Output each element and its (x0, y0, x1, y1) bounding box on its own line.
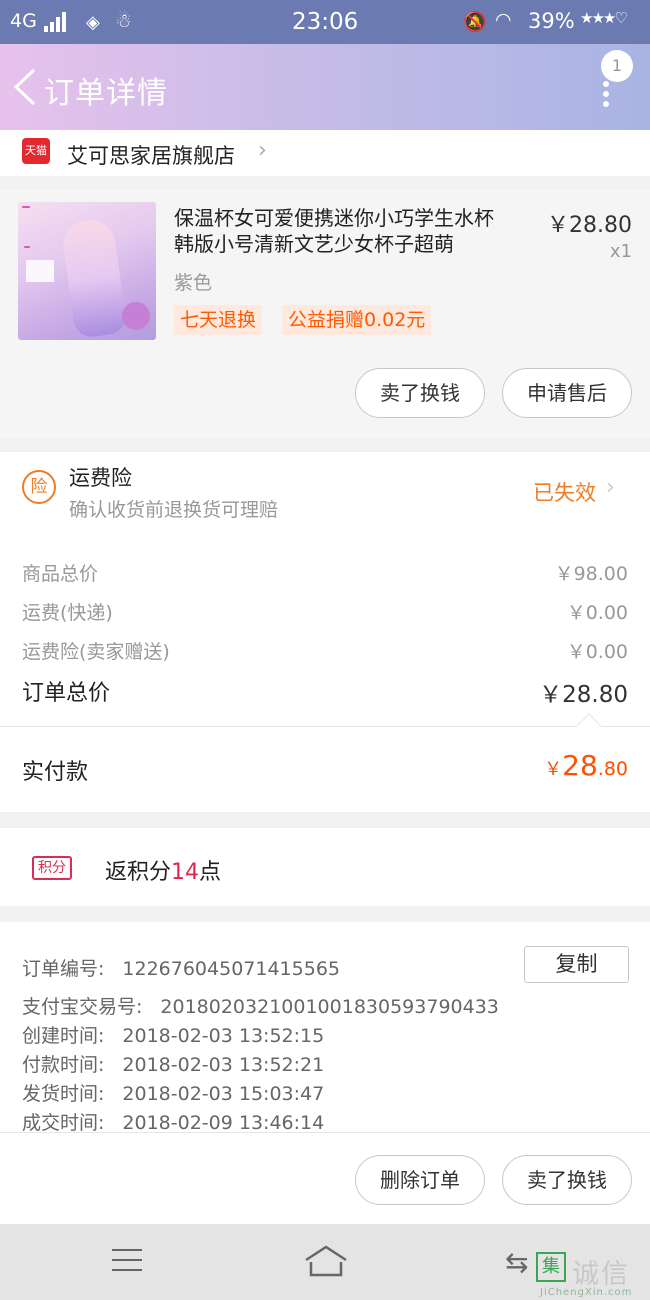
product-title[interactable]: 保温杯女可爱便携迷你小巧学生水杯 韩版小号清新文艺少女杯子超萌 (174, 205, 524, 257)
nav-bar: 订单详情 1 (0, 44, 650, 130)
insurance-status: 已失效 (533, 481, 596, 505)
shipped-time-row: 发货时间: 2018-02-03 15:03:47 (22, 1083, 325, 1105)
tmall-badge: 天猫 (22, 138, 50, 164)
watermark: 集 诚信 JiChengXin.com (536, 1252, 650, 1300)
amount-paid-value: ￥28.80 (544, 749, 628, 782)
paid-time-row: 付款时间: 2018-02-03 13:52:21 (22, 1054, 325, 1076)
shop-row[interactable]: 天猫 艾可思家居旗舰店 › (0, 130, 650, 176)
alipay-number-row: 支付宝交易号: 2018020321001001830593790433 (22, 996, 499, 1018)
return-policy-tag: 七天退换 (174, 305, 263, 335)
summary-row: 运费(快递) ￥0.00 (22, 602, 628, 624)
insurance-title: 运费险 (69, 466, 132, 490)
product-quantity: x1 (609, 241, 632, 262)
copy-button[interactable]: 复制 (524, 946, 629, 983)
insurance-desc: 确认收货前退换货可理赔 (69, 499, 279, 521)
product-price: ￥28.80 (547, 213, 632, 238)
product-spec: 紫色 (174, 272, 213, 294)
chevron-right-icon: › (258, 138, 267, 163)
menu-icon[interactable] (112, 1249, 142, 1273)
back-arrow-icon[interactable] (10, 66, 40, 108)
completed-time-row: 成交时间: 2018-02-09 13:46:14 (22, 1112, 325, 1134)
order-total-row: 订单总价 ￥28.80 (22, 681, 628, 708)
network-label: 4G (10, 10, 37, 32)
order-number-row: 订单编号: 122676045071415565 (22, 958, 340, 980)
amount-paid-row: 实付款 ￥28.80 (0, 713, 650, 812)
message-badge[interactable]: 1 (601, 50, 633, 82)
points-row: 积分 返积分14点 (0, 828, 650, 906)
watermark-url: JiChengXin.com (540, 1287, 633, 1298)
bottom-actions: 删除订单 卖了换钱 (0, 1132, 650, 1224)
after-sales-button[interactable]: 申请售后 (502, 368, 632, 418)
page-title: 订单详情 (44, 76, 168, 111)
qq-icon: ☃ (115, 10, 133, 32)
points-tag: 积分 (32, 856, 72, 880)
signal-icon (44, 12, 66, 32)
watermark-logo: 集 (536, 1252, 566, 1282)
resell-button[interactable]: 卖了换钱 (355, 368, 485, 418)
shop-name[interactable]: 艾可思家居旗舰店 (67, 140, 235, 170)
product-card: 保温杯女可爱便携迷你小巧学生水杯 韩版小号清新文艺少女杯子超萌 ￥28.80 x… (0, 190, 650, 438)
status-bar: 4G ◈ ☃ 23:06 🔕 ◠ 39% ★★★♡ (0, 0, 650, 44)
summary-row: 商品总价 ￥98.00 (22, 563, 628, 585)
decoration-icon: ★★★♡ (580, 9, 628, 27)
resell-button[interactable]: 卖了换钱 (502, 1155, 632, 1205)
charity-tag: 公益捐赠0.02元 (282, 305, 432, 335)
created-time-row: 创建时间: 2018-02-03 13:52:15 (22, 1025, 325, 1047)
mute-icon: 🔕 (463, 11, 487, 33)
watermark-text: 诚信 (572, 1259, 630, 1290)
delete-order-button[interactable]: 删除订单 (355, 1155, 485, 1205)
price-summary: 商品总价 ￥98.00 运费(快递) ￥0.00 运费险(卖家赠送) ￥0.00… (0, 540, 650, 726)
shipping-insurance-row[interactable]: 险 运费险 确认收货前退换货可理赔 已失效 › (0, 452, 650, 540)
product-image[interactable] (18, 202, 156, 340)
clock: 23:06 (292, 9, 359, 35)
wifi-icon: ◠ (495, 9, 512, 31)
insurance-icon: 险 (22, 470, 56, 504)
home-icon[interactable] (303, 1244, 349, 1278)
order-info: 订单编号: 122676045071415565 复制 支付宝交易号: 201802… (0, 922, 650, 1134)
shield-icon: ◈ (86, 12, 100, 33)
summary-row: 运费险(卖家赠送) ￥0.00 (22, 641, 628, 663)
more-options-icon[interactable] (603, 81, 611, 111)
amount-paid-label: 实付款 (22, 760, 89, 785)
points-text: 返积分14点 (105, 860, 222, 885)
back-icon[interactable]: ⇆ (505, 1246, 528, 1279)
battery-label: 39% (528, 9, 575, 33)
chevron-right-icon: › (606, 475, 615, 500)
